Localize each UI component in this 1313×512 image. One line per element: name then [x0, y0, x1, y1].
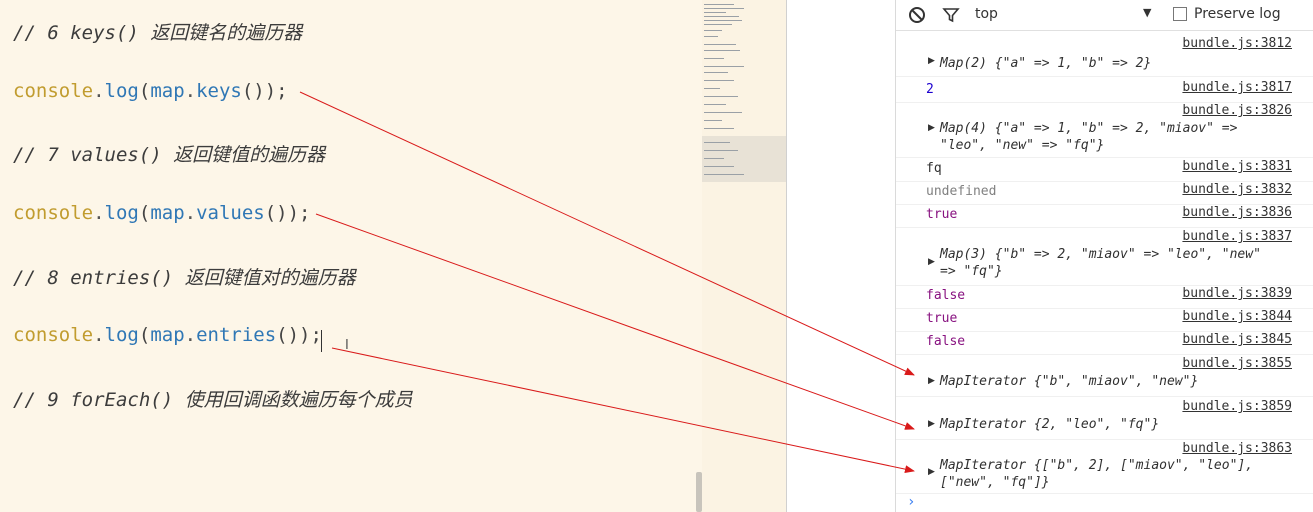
annotation-arrow	[315, 213, 915, 430]
annotation-arrows	[299, 91, 915, 474]
annotation-arrow	[299, 91, 915, 376]
annotation-arrow	[331, 347, 915, 474]
